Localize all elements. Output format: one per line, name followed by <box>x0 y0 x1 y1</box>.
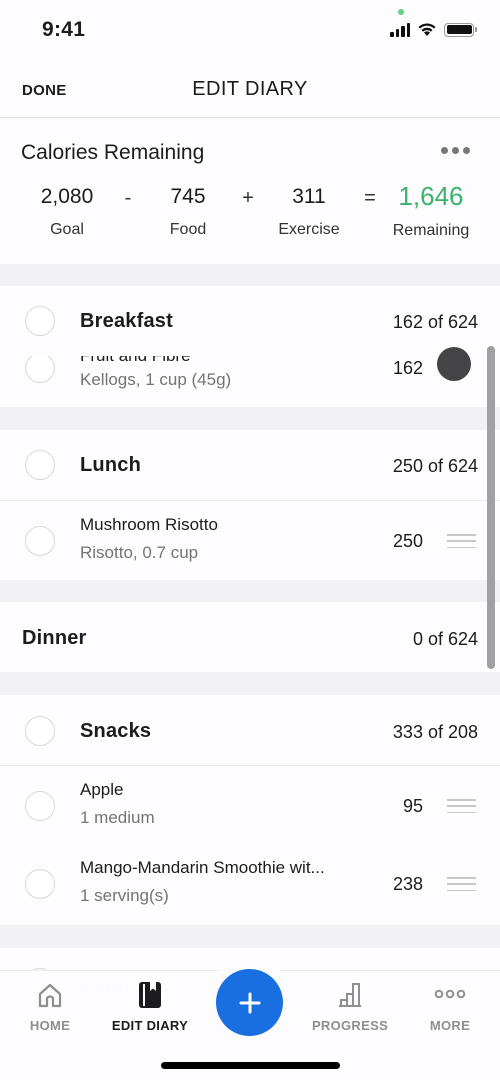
reorder-handle-icon[interactable] <box>447 534 476 548</box>
meal-total: 162 of 624 <box>392 312 478 332</box>
meal-header[interactable]: Lunch 250 of 624 <box>0 430 500 500</box>
plus-icon <box>239 992 260 1013</box>
cellular-signal-icon <box>390 22 410 37</box>
food-description: 1 medium <box>80 808 155 827</box>
meal-section-lunch: Lunch 250 of 624 Mushroom Risotto Risott… <box>0 430 500 580</box>
remaining-label: Remaining <box>392 222 470 239</box>
more-dots-icon <box>434 989 466 999</box>
food-item[interactable]: Apple 1 medium 95 <box>0 766 500 844</box>
page-title: EDIT DIARY <box>192 78 308 100</box>
wifi-icon <box>418 23 436 36</box>
remaining-value: 1,646 <box>398 181 464 211</box>
food-item[interactable]: Mushroom Risotto Risotto, 0.7 cup 250 <box>0 501 500 580</box>
tab-label: PROGRESS <box>311 1018 389 1033</box>
status-bar: 9:41 <box>0 0 500 62</box>
meal-name: Lunch <box>80 454 141 476</box>
nav-bar: DONE EDIT DIARY <box>0 62 500 118</box>
food-column: 745 Food <box>133 185 243 239</box>
privacy-indicator-dot <box>398 9 404 15</box>
meal-total: 250 of 624 <box>392 456 478 476</box>
diary-icon <box>139 982 161 1008</box>
meal-header[interactable]: Breakfast 162 of 624 <box>0 286 500 356</box>
dot-icon <box>452 147 459 154</box>
remaining-column: 1,646 Remaining <box>376 181 486 240</box>
scrollbar[interactable] <box>487 346 495 669</box>
food-name: Mango-Mandarin Smoothie wit... <box>80 858 325 877</box>
food-description: Risotto, 0.7 cup <box>80 543 199 562</box>
tab-progress[interactable]: PROGRESS <box>300 971 400 1041</box>
home-indicator[interactable] <box>161 1062 340 1069</box>
reorder-handle-icon[interactable] <box>447 799 476 813</box>
tab-label: EDIT DIARY <box>111 1018 189 1033</box>
drag-touch-indicator[interactable] <box>437 347 471 381</box>
exercise-value: 311 <box>292 185 326 208</box>
food-description: 1 serving(s) <box>80 886 169 905</box>
tab-more[interactable]: MORE <box>400 971 500 1041</box>
dot-icon <box>463 147 470 154</box>
food-calories: 162 <box>392 358 423 378</box>
tab-label: MORE <box>429 1018 471 1033</box>
calories-equation: 2,080 Goal - 745 Food + 311 Exercise = 1… <box>0 181 500 255</box>
goal-column: 2,080 Goal <box>12 185 122 239</box>
meal-total: 0 of 624 <box>412 629 478 649</box>
meal-name: Breakfast <box>80 310 173 332</box>
goal-value: 2,080 <box>40 185 94 208</box>
meal-section-breakfast: Breakfast 162 of 624 Fruit and Fibre Kel… <box>0 286 500 407</box>
food-name: Mushroom Risotto <box>80 515 218 534</box>
meal-header[interactable]: Snacks 333 of 208 <box>0 695 500 765</box>
meal-name: Dinner <box>22 627 87 649</box>
select-radio[interactable] <box>25 791 55 821</box>
select-radio[interactable] <box>25 353 55 383</box>
select-radio[interactable] <box>25 450 55 480</box>
dot-icon <box>441 147 448 154</box>
food-calories: 250 <box>392 531 423 551</box>
add-entry-button[interactable] <box>216 969 283 1036</box>
select-radio[interactable] <box>25 526 55 556</box>
food-description: Kellogs, 1 cup (45g) <box>80 370 232 389</box>
status-icons <box>390 22 477 37</box>
select-radio[interactable] <box>25 869 55 899</box>
more-options-button[interactable] <box>437 143 474 158</box>
select-radio[interactable] <box>25 306 55 336</box>
tab-edit-diary[interactable]: EDIT DIARY <box>100 971 200 1041</box>
meal-total: 333 of 208 <box>392 722 478 742</box>
meal-section-snacks: Snacks 333 of 208 Apple 1 medium 95 Mang… <box>0 695 500 925</box>
home-icon <box>38 983 62 1008</box>
meal-section-dinner: Dinner 0 of 624 <box>0 602 500 672</box>
tab-home[interactable]: HOME <box>0 971 100 1041</box>
food-item[interactable]: Mango-Mandarin Smoothie wit... 1 serving… <box>0 844 500 924</box>
calories-remaining-card: Calories Remaining 2,080 Goal - 745 Food… <box>0 119 500 264</box>
meal-name: Snacks <box>80 720 152 742</box>
tab-label: HOME <box>29 1018 71 1033</box>
food-label: Food <box>169 221 207 238</box>
meal-header[interactable]: Dinner 0 of 624 <box>0 602 500 672</box>
battery-icon <box>444 22 477 37</box>
exercise-column: 311 Exercise <box>254 185 364 239</box>
food-calories: 95 <box>402 796 423 816</box>
calories-remaining-title: Calories Remaining <box>21 141 205 164</box>
bar-chart-icon <box>339 983 361 1007</box>
exercise-label: Exercise <box>278 221 340 238</box>
select-radio[interactable] <box>25 716 55 746</box>
food-name: Apple <box>80 780 124 799</box>
goal-label: Goal <box>50 221 84 238</box>
food-calories: 238 <box>392 874 423 894</box>
status-time: 9:41 <box>42 18 86 41</box>
food-value: 745 <box>170 185 206 208</box>
reorder-handle-icon[interactable] <box>447 877 476 891</box>
